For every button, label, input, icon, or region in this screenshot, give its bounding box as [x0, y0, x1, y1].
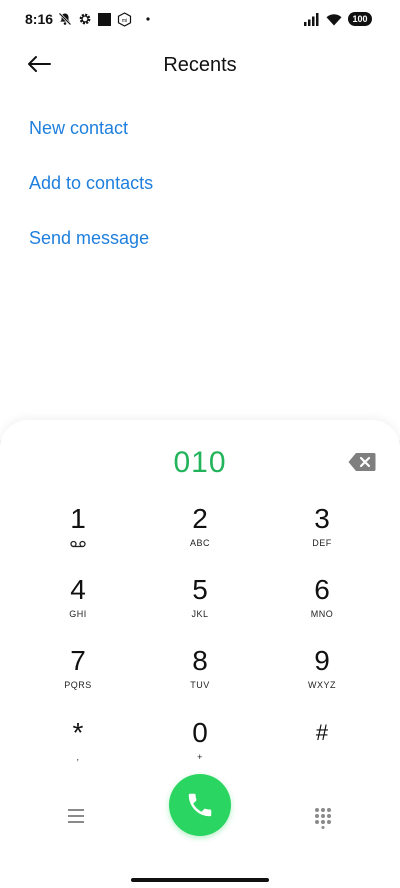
key-digit: #: [315, 720, 329, 745]
key-3[interactable]: 3 DEF: [267, 502, 377, 562]
gear-icon: [79, 13, 91, 25]
menu-button[interactable]: [66, 808, 88, 826]
key-7[interactable]: 7 PQRS: [23, 644, 133, 704]
key-2[interactable]: 2 ABC: [145, 502, 255, 562]
battery-indicator: 100: [348, 12, 372, 26]
header: Recents: [0, 44, 400, 84]
backspace-icon: [348, 453, 376, 471]
key-9[interactable]: 9 WXYZ: [267, 644, 377, 704]
key-digit: *: [72, 717, 84, 748]
dot-icon: [146, 17, 150, 21]
key-star[interactable]: * ,: [23, 716, 133, 776]
page-title: Recents: [163, 54, 237, 76]
key-digit: 3: [314, 503, 330, 534]
call-button[interactable]: [169, 774, 231, 836]
key-digit: 7: [70, 645, 86, 676]
key-1[interactable]: 1: [23, 502, 133, 562]
key-letters: MNO: [310, 609, 334, 619]
mi-icon: mi: [117, 11, 132, 27]
key-digit: 0: [192, 717, 208, 748]
key-digit: 4: [70, 574, 86, 605]
backspace-button[interactable]: [348, 452, 376, 472]
dialer-panel: 010 1 2 ABC 3 DEF 4 GHI 5 JKL 6 MNO 7 PQ…: [0, 420, 400, 888]
key-hash[interactable]: #: [267, 716, 377, 776]
keypad-toggle-button[interactable]: [314, 807, 332, 829]
status-time: 8:16: [25, 11, 54, 27]
key-digit: 2: [192, 503, 208, 534]
notification-icons: mi: [58, 11, 152, 27]
dialed-number: 010: [173, 446, 227, 479]
key-letters: +: [197, 752, 203, 762]
new-contact-link[interactable]: New contact: [29, 118, 128, 139]
keypad-icon: [315, 808, 331, 829]
key-digit: 5: [192, 574, 208, 605]
key-digit: 9: [314, 645, 330, 676]
key-letters: PQRS: [64, 680, 92, 690]
wifi-icon: [326, 13, 342, 25]
bell-off-icon: [58, 12, 72, 26]
key-4[interactable]: 4 GHI: [23, 573, 133, 633]
key-digit: 1: [70, 503, 86, 534]
home-indicator[interactable]: [131, 878, 269, 882]
phone-icon: [188, 793, 212, 817]
key-digit: 8: [192, 645, 208, 676]
key-letters: JKL: [191, 609, 209, 619]
key-letters: WXYZ: [308, 680, 336, 690]
key-0[interactable]: 0 +: [145, 716, 255, 776]
key-letters: DEF: [312, 538, 332, 548]
key-letters: GHI: [69, 609, 87, 619]
key-8[interactable]: 8 TUV: [145, 644, 255, 704]
send-message-link[interactable]: Send message: [29, 228, 149, 249]
key-letters: TUV: [190, 680, 210, 690]
signal-icon: [304, 12, 319, 26]
key-6[interactable]: 6 MNO: [267, 573, 377, 633]
status-bar: 8:16 mi 100: [0, 0, 400, 40]
square-icon: [98, 12, 111, 26]
voicemail-icon: [23, 538, 133, 548]
key-digit: 6: [314, 574, 330, 605]
key-5[interactable]: 5 JKL: [145, 573, 255, 633]
key-letters: ,: [76, 752, 80, 762]
menu-icon: [68, 809, 84, 823]
add-to-contacts-link[interactable]: Add to contacts: [29, 173, 153, 194]
svg-text:mi: mi: [122, 17, 127, 23]
system-icons: 100: [304, 11, 372, 27]
key-letters: ABC: [189, 538, 210, 548]
